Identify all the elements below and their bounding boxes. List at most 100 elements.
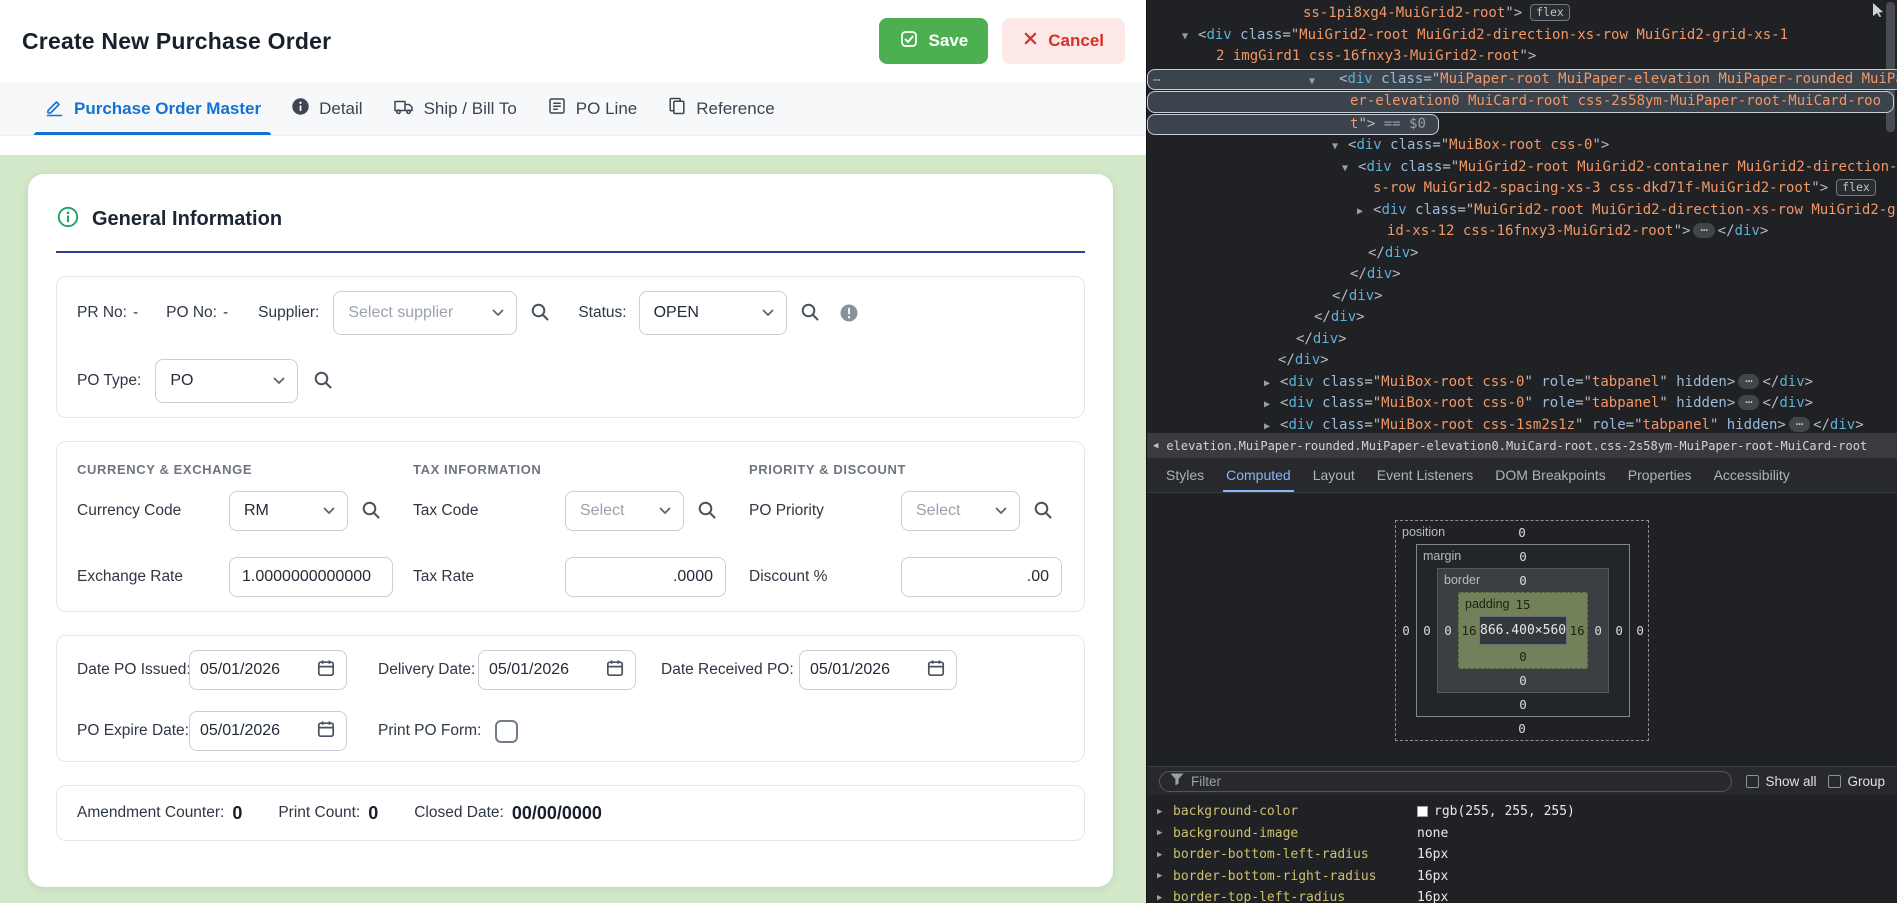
collapse-arrow-icon[interactable]: ▼ bbox=[1182, 26, 1188, 48]
tree-node[interactable]: ▼<div class="MuiBox-root css-0"> bbox=[1147, 135, 1897, 157]
collapse-arrow-icon[interactable]: ▼ bbox=[1342, 158, 1348, 180]
status-search-button[interactable] bbox=[799, 301, 821, 326]
tab-purchase-order-master[interactable]: Purchase Order Master bbox=[30, 82, 275, 135]
tree-node[interactable]: ss-1pi8xg4-MuiGrid2-root">flex bbox=[1147, 3, 1897, 25]
position-bottom-value[interactable]: 0 bbox=[1396, 717, 1648, 740]
po-priority-select[interactable]: Select bbox=[901, 491, 1020, 531]
tree-node[interactable]: ▶<div class="MuiBox-root css-0" role="ta… bbox=[1147, 372, 1897, 394]
show-all-checkbox[interactable] bbox=[1746, 775, 1759, 788]
position-left-value[interactable]: 0 bbox=[1396, 544, 1416, 717]
tree-node[interactable]: ⋯▼<div class="MuiPaper-root MuiPaper-ele… bbox=[1147, 69, 1897, 91]
collapse-arrow-icon[interactable]: ▼ bbox=[1332, 136, 1338, 158]
filter-input[interactable]: Filter bbox=[1159, 771, 1732, 792]
computed-property-row[interactable]: ▶ background-image none bbox=[1147, 823, 1897, 845]
currency-code-select[interactable]: RM bbox=[229, 491, 348, 531]
expand-arrow-icon[interactable]: ▶ bbox=[1157, 850, 1173, 860]
padding-left-value[interactable]: 16 bbox=[1459, 616, 1479, 645]
po-type-search-button[interactable] bbox=[312, 369, 334, 394]
print-po-form-checkbox[interactable] bbox=[495, 720, 518, 743]
group-checkbox[interactable] bbox=[1828, 775, 1841, 788]
tree-node[interactable]: ▶<div class="MuiBox-root css-0" role="ta… bbox=[1147, 393, 1897, 415]
devtools-breadcrumb[interactable]: ◀ elevation.MuiPaper-rounded.MuiPaper-el… bbox=[1147, 432, 1897, 458]
padding-bottom-value[interactable]: 0 bbox=[1459, 645, 1587, 668]
cancel-button[interactable]: Cancel bbox=[1002, 18, 1125, 64]
tab-reference[interactable]: Reference bbox=[653, 82, 788, 135]
expand-arrow-icon[interactable]: ▶ bbox=[1264, 394, 1270, 416]
collapsed-content-ellipsis[interactable]: ⋯ bbox=[1738, 374, 1759, 389]
tax-code-select[interactable]: Select bbox=[565, 491, 684, 531]
tree-node[interactable]: t"> == $0 bbox=[1147, 114, 1439, 136]
expand-arrow-icon[interactable]: ▶ bbox=[1157, 828, 1173, 838]
tree-node[interactable]: 2 imgGird1 css-16fnxy3-MuiGrid2-root"> bbox=[1147, 46, 1897, 68]
computed-property-row[interactable]: ▶ border-bottom-left-radius 16px bbox=[1147, 844, 1897, 866]
tax-rate-input[interactable] bbox=[565, 557, 726, 597]
tree-node[interactable]: </div> bbox=[1147, 264, 1897, 286]
group-header-currency: CURRENCY & EXCHANGE bbox=[77, 462, 413, 478]
supplier-search-button[interactable] bbox=[529, 301, 551, 326]
delivery-date-input[interactable]: 05/01/2026 bbox=[478, 650, 636, 690]
expand-arrow-icon[interactable]: ▶ bbox=[1357, 201, 1363, 223]
tree-node[interactable]: ▼<div class="MuiGrid2-root MuiGrid2-dire… bbox=[1147, 25, 1897, 47]
computed-property-row[interactable]: ▶ border-top-left-radius 16px bbox=[1147, 887, 1897, 903]
po-type-select[interactable]: PO bbox=[155, 359, 298, 403]
tab-po-line[interactable]: PO Line bbox=[533, 82, 651, 135]
margin-left-value[interactable]: 0 bbox=[1417, 568, 1437, 693]
tax-code-search-button[interactable] bbox=[696, 499, 718, 524]
tab-properties[interactable]: Properties bbox=[1617, 458, 1703, 492]
node-menu-ellipsis-icon[interactable]: ⋯ bbox=[1153, 70, 1161, 92]
border-right-value[interactable]: 0 bbox=[1588, 592, 1608, 669]
expand-arrow-icon[interactable]: ▶ bbox=[1157, 807, 1173, 817]
flex-badge[interactable]: flex bbox=[1530, 4, 1570, 21]
exchange-rate-input[interactable] bbox=[229, 557, 393, 597]
tab-dom-breakpoints[interactable]: DOM Breakpoints bbox=[1484, 458, 1616, 492]
tree-node[interactable]: </div> bbox=[1147, 307, 1897, 329]
expand-arrow-icon[interactable]: ▶ bbox=[1157, 871, 1173, 881]
computed-property-row[interactable]: ▶ background-color rgb(255, 255, 255) bbox=[1147, 801, 1897, 823]
breadcrumb-scroll-left-icon[interactable]: ◀ bbox=[1153, 441, 1158, 451]
collapse-arrow-icon[interactable]: ▼ bbox=[1309, 71, 1315, 93]
chevron-down-icon bbox=[659, 502, 671, 520]
border-left-value[interactable]: 0 bbox=[1438, 592, 1458, 669]
po-priority-search-button[interactable] bbox=[1032, 499, 1054, 524]
expand-arrow-icon[interactable]: ▶ bbox=[1264, 416, 1270, 433]
margin-bottom-value[interactable]: 0 bbox=[1417, 693, 1629, 716]
tab-styles[interactable]: Styles bbox=[1155, 458, 1215, 492]
position-right-value[interactable]: 0 bbox=[1630, 544, 1650, 717]
supplier-select[interactable]: Select supplier bbox=[333, 291, 517, 335]
tab-detail[interactable]: Detail bbox=[277, 82, 376, 135]
tab-accessibility[interactable]: Accessibility bbox=[1703, 458, 1801, 492]
tree-node[interactable]: </div> bbox=[1147, 350, 1897, 372]
save-button[interactable]: Save bbox=[879, 18, 989, 64]
tree-node[interactable]: id-xs-12 css-16fnxy3-MuiGrid2-root">⋯</d… bbox=[1147, 221, 1897, 243]
computed-property-row[interactable]: ▶ border-bottom-right-radius 16px bbox=[1147, 866, 1897, 888]
collapsed-content-ellipsis[interactable]: ⋯ bbox=[1693, 223, 1714, 238]
currency-search-button[interactable] bbox=[360, 499, 382, 524]
tree-node[interactable]: ▶<div class="MuiBox-root css-1sm2s1z" ro… bbox=[1147, 415, 1897, 433]
tab-layout[interactable]: Layout bbox=[1302, 458, 1366, 492]
status-select[interactable]: OPEN bbox=[639, 291, 787, 335]
discount-input[interactable] bbox=[901, 557, 1062, 597]
tree-node[interactable]: ▶<div class="MuiGrid2-root MuiGrid2-dire… bbox=[1147, 200, 1897, 222]
tab-event-listeners[interactable]: Event Listeners bbox=[1366, 458, 1485, 492]
content-size-value[interactable]: 866.400×560 bbox=[1479, 616, 1567, 645]
collapsed-content-ellipsis[interactable]: ⋯ bbox=[1738, 395, 1759, 410]
tab-ship-bill-to[interactable]: Ship / Bill To bbox=[379, 82, 531, 135]
tree-node[interactable]: s-row MuiGrid2-spacing-xs-3 css-dkd71f-M… bbox=[1147, 178, 1897, 200]
tree-node[interactable]: </div> bbox=[1147, 243, 1897, 265]
po-expire-date-input[interactable]: 05/01/2026 bbox=[189, 711, 347, 751]
flex-badge[interactable]: flex bbox=[1836, 179, 1876, 196]
date-received-po-input[interactable]: 05/01/2026 bbox=[799, 650, 957, 690]
expand-arrow-icon[interactable]: ▶ bbox=[1264, 373, 1270, 395]
tab-computed[interactable]: Computed bbox=[1215, 458, 1302, 492]
tree-node[interactable]: </div> bbox=[1147, 329, 1897, 351]
border-bottom-value[interactable]: 0 bbox=[1438, 669, 1608, 692]
margin-label: margin bbox=[1423, 549, 1461, 563]
tree-node[interactable]: ▼<div class="MuiGrid2-root MuiGrid2-cont… bbox=[1147, 157, 1897, 179]
padding-right-value[interactable]: 16 bbox=[1567, 616, 1587, 645]
expand-arrow-icon[interactable]: ▶ bbox=[1157, 893, 1173, 903]
date-po-issued-input[interactable]: 05/01/2026 bbox=[189, 650, 347, 690]
collapsed-content-ellipsis[interactable]: ⋯ bbox=[1789, 417, 1810, 432]
margin-right-value[interactable]: 0 bbox=[1609, 568, 1629, 693]
tree-node[interactable]: er-elevation0 MuiCard-root css-2s58ym-Mu… bbox=[1147, 91, 1894, 113]
tree-node[interactable]: </div> bbox=[1147, 286, 1897, 308]
